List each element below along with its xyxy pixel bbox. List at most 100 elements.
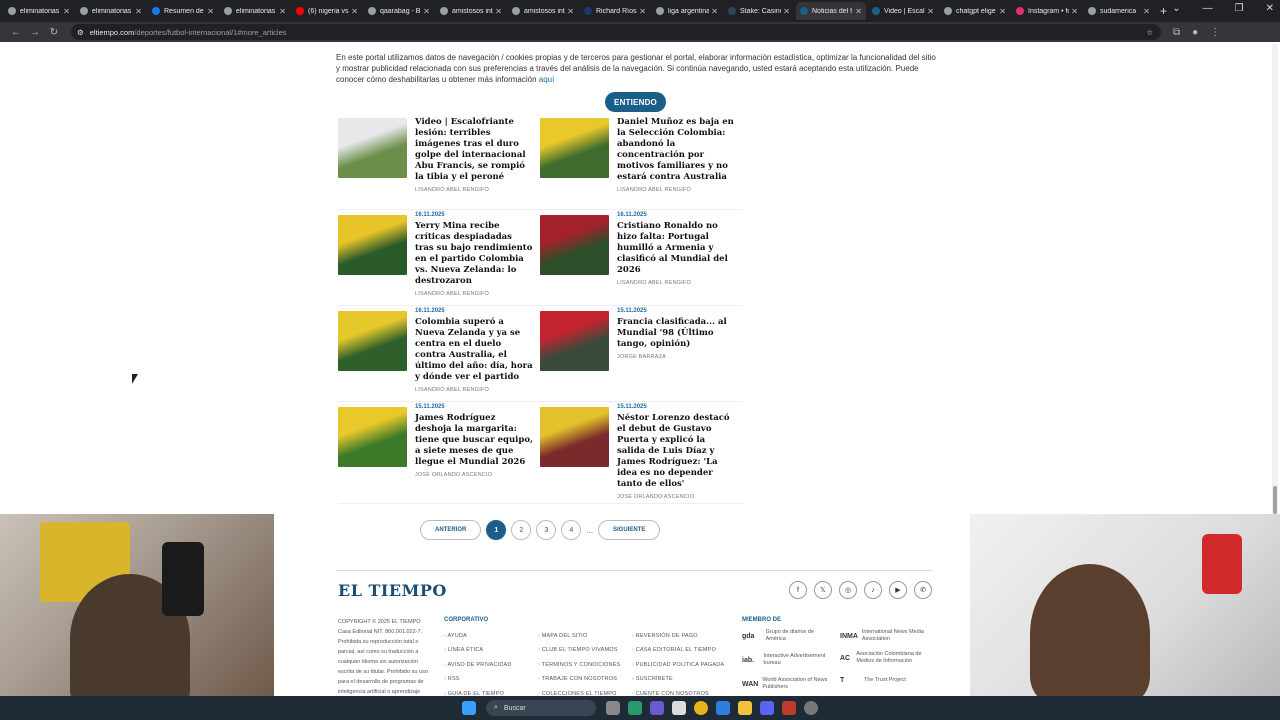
maximize-icon[interactable]: ❐ [1235,3,1244,14]
new-tab-button[interactable]: + [1160,4,1167,18]
article-author[interactable]: LISANDRO ABEL RENGIFO [617,280,735,286]
page-1-button[interactable]: 1 [486,520,507,540]
youtube-icon[interactable]: ▶ [889,581,907,599]
browser-tab[interactable]: Stake: Casino ✕ [724,2,794,20]
article-author[interactable]: LISANDRO ABEL RENGIFO [415,387,533,393]
footer-link[interactable]: CLUB EL TIEMPO VIVAMOS [538,647,620,661]
browser-tab[interactable]: Resumen de ✕ [148,2,218,20]
article-title[interactable]: Yerry Mina recibe críticas despiadadas t… [415,221,533,287]
start-icon[interactable] [462,701,476,715]
file-explorer-icon[interactable] [738,701,752,715]
taskbar-search[interactable]: ⌕ Buscar [486,700,596,716]
page-4-button[interactable]: 4 [561,520,582,540]
article-title[interactable]: Colombia superó a Nueva Zelanda y ya se … [415,317,533,383]
app2-icon[interactable] [782,701,796,715]
footer-link[interactable]: TÉRMINOS Y CONDICIONES [538,662,621,676]
article-title[interactable]: Daniel Muñoz es baja en la Selección Col… [617,117,735,183]
article-title[interactable]: Francia clasificada... al Mundial '98 (Ú… [617,317,735,350]
article-author[interactable]: LISANDRO ABEL RENGIFO [415,291,533,297]
article-author[interactable]: JORGE BARRAZA [617,354,735,360]
browser-tab[interactable]: Noticias del f ✕ [796,2,866,20]
url-field[interactable]: ⚙ eltiempo.com/deportes/futbol-internaci… [71,24,1161,40]
tab-close-icon[interactable]: ✕ [351,7,358,16]
chrome-icon[interactable] [694,701,708,715]
browser-tab[interactable]: amistosos int ✕ [508,2,578,20]
article-author[interactable]: LISANDRO ABEL RENGIFO [415,187,533,193]
tab-close-icon[interactable]: ✕ [63,7,70,16]
tab-close-icon[interactable]: ✕ [567,7,574,16]
tab-close-icon[interactable]: ✕ [1143,7,1150,16]
back-icon[interactable]: ← [8,27,24,38]
browser-tab[interactable]: chatgpt elige ✕ [940,2,1010,20]
article-thumbnail[interactable] [338,118,407,178]
article-thumbnail[interactable] [338,407,407,467]
footer-link[interactable]: AYUDA [444,633,512,647]
article-author[interactable]: JOSÉ ORLANDO ASCENCIO [415,472,533,478]
tab-close-icon[interactable]: ✕ [639,7,646,16]
store-icon[interactable] [672,701,686,715]
tab-close-icon[interactable]: ✕ [423,7,430,16]
member-org-link[interactable]: gda Grupo de diarios de América [742,629,834,643]
tab-close-icon[interactable]: ✕ [783,7,790,16]
task-view-icon[interactable] [606,701,620,715]
forward-icon[interactable]: → [27,27,43,38]
footer-link[interactable]: MAPA DEL SITIO [538,633,620,647]
article-author[interactable]: JOSÉ ORLANDO ASCENCIO [617,494,735,500]
footer-logo[interactable]: EL TIEMPO [338,581,447,600]
menu-icon[interactable]: ⋮ [1210,27,1220,38]
scrollbar-thumb[interactable] [1273,486,1277,514]
article-title[interactable]: Video | Escalofriante lesión: terribles … [415,117,533,183]
tab-close-icon[interactable]: ✕ [279,7,286,16]
whatsapp-icon[interactable]: ✆ [914,581,932,599]
page-2-button[interactable]: 2 [511,520,532,540]
browser-tab[interactable]: Instagram • fo ✕ [1012,2,1082,20]
tab-close-icon[interactable]: ✕ [999,7,1006,16]
member-org-link[interactable]: T The Trust Project [840,677,932,684]
edge-icon[interactable] [628,701,642,715]
instagram-icon[interactable]: ◎ [839,581,857,599]
footer-link[interactable]: RSS [444,676,512,690]
footer-link[interactable]: LÍNEA ÉTICA [444,647,512,661]
footer-link[interactable]: SUSCRÍBETE [632,676,724,690]
tab-close-icon[interactable]: ✕ [207,7,214,16]
close-window-icon[interactable]: ✕ [1266,3,1274,14]
cookie-more-link[interactable]: aquí [539,75,555,84]
browser-tab[interactable]: Video | Escalo ✕ [868,2,938,20]
member-org-link[interactable]: WAN World Association of News Publishers [742,677,834,691]
reload-icon[interactable]: ↻ [46,27,62,38]
footer-link[interactable]: AVISO DE PRIVACIDAD [444,662,512,676]
tab-close-icon[interactable]: ✕ [711,7,718,16]
browser-tab[interactable]: eliminatorias ✕ [76,2,146,20]
browser-tab[interactable]: liga argentina ✕ [652,2,722,20]
dropdown-icon[interactable]: ⌄ [1172,3,1180,14]
article-author[interactable]: LISANDRO ABEL RENGIFO [617,187,735,193]
app-icon[interactable] [716,701,730,715]
tab-close-icon[interactable]: ✕ [1071,7,1078,16]
article-thumbnail[interactable] [540,407,609,467]
article-thumbnail[interactable] [338,311,407,371]
member-org-link[interactable]: iab. Interactive Advertisement bureau [742,653,834,667]
footer-link[interactable]: REVERSIÓN DE PAGO [632,633,724,647]
tab-close-icon[interactable]: ✕ [495,7,502,16]
article-title[interactable]: Néstor Lorenzo destacó el debut de Gusta… [617,413,735,490]
site-info-icon[interactable]: ⚙ [77,28,84,37]
tab-close-icon[interactable]: ✕ [927,7,934,16]
browser-tab[interactable]: (6) nigeria vs ✕ [292,2,362,20]
footer-link[interactable]: CASA EDITORIAL EL TIEMPO [632,647,724,661]
profile-icon[interactable]: ● [1192,27,1198,38]
article-title[interactable]: Cristiano Ronaldo no hizo falta: Portuga… [617,221,735,276]
article-thumbnail[interactable] [540,118,609,178]
bookmark-star-icon[interactable]: ☆ [1146,28,1153,37]
facebook-icon[interactable]: f [789,581,807,599]
article-title[interactable]: James Rodríguez deshoja la margarita: ti… [415,413,533,468]
page-3-button[interactable]: 3 [536,520,557,540]
extensions-icon[interactable]: ⧉ [1173,27,1180,38]
article-thumbnail[interactable] [338,215,407,275]
tab-close-icon[interactable]: ✕ [855,7,862,16]
prev-page-button[interactable]: ANTERIOR [420,520,482,540]
article-thumbnail[interactable] [540,215,609,275]
tiktok-icon[interactable]: ♪ [864,581,882,599]
browser-tab[interactable]: sudamerica ✕ [1084,2,1154,20]
copilot-icon[interactable] [650,701,664,715]
minimize-icon[interactable]: — [1203,3,1213,14]
